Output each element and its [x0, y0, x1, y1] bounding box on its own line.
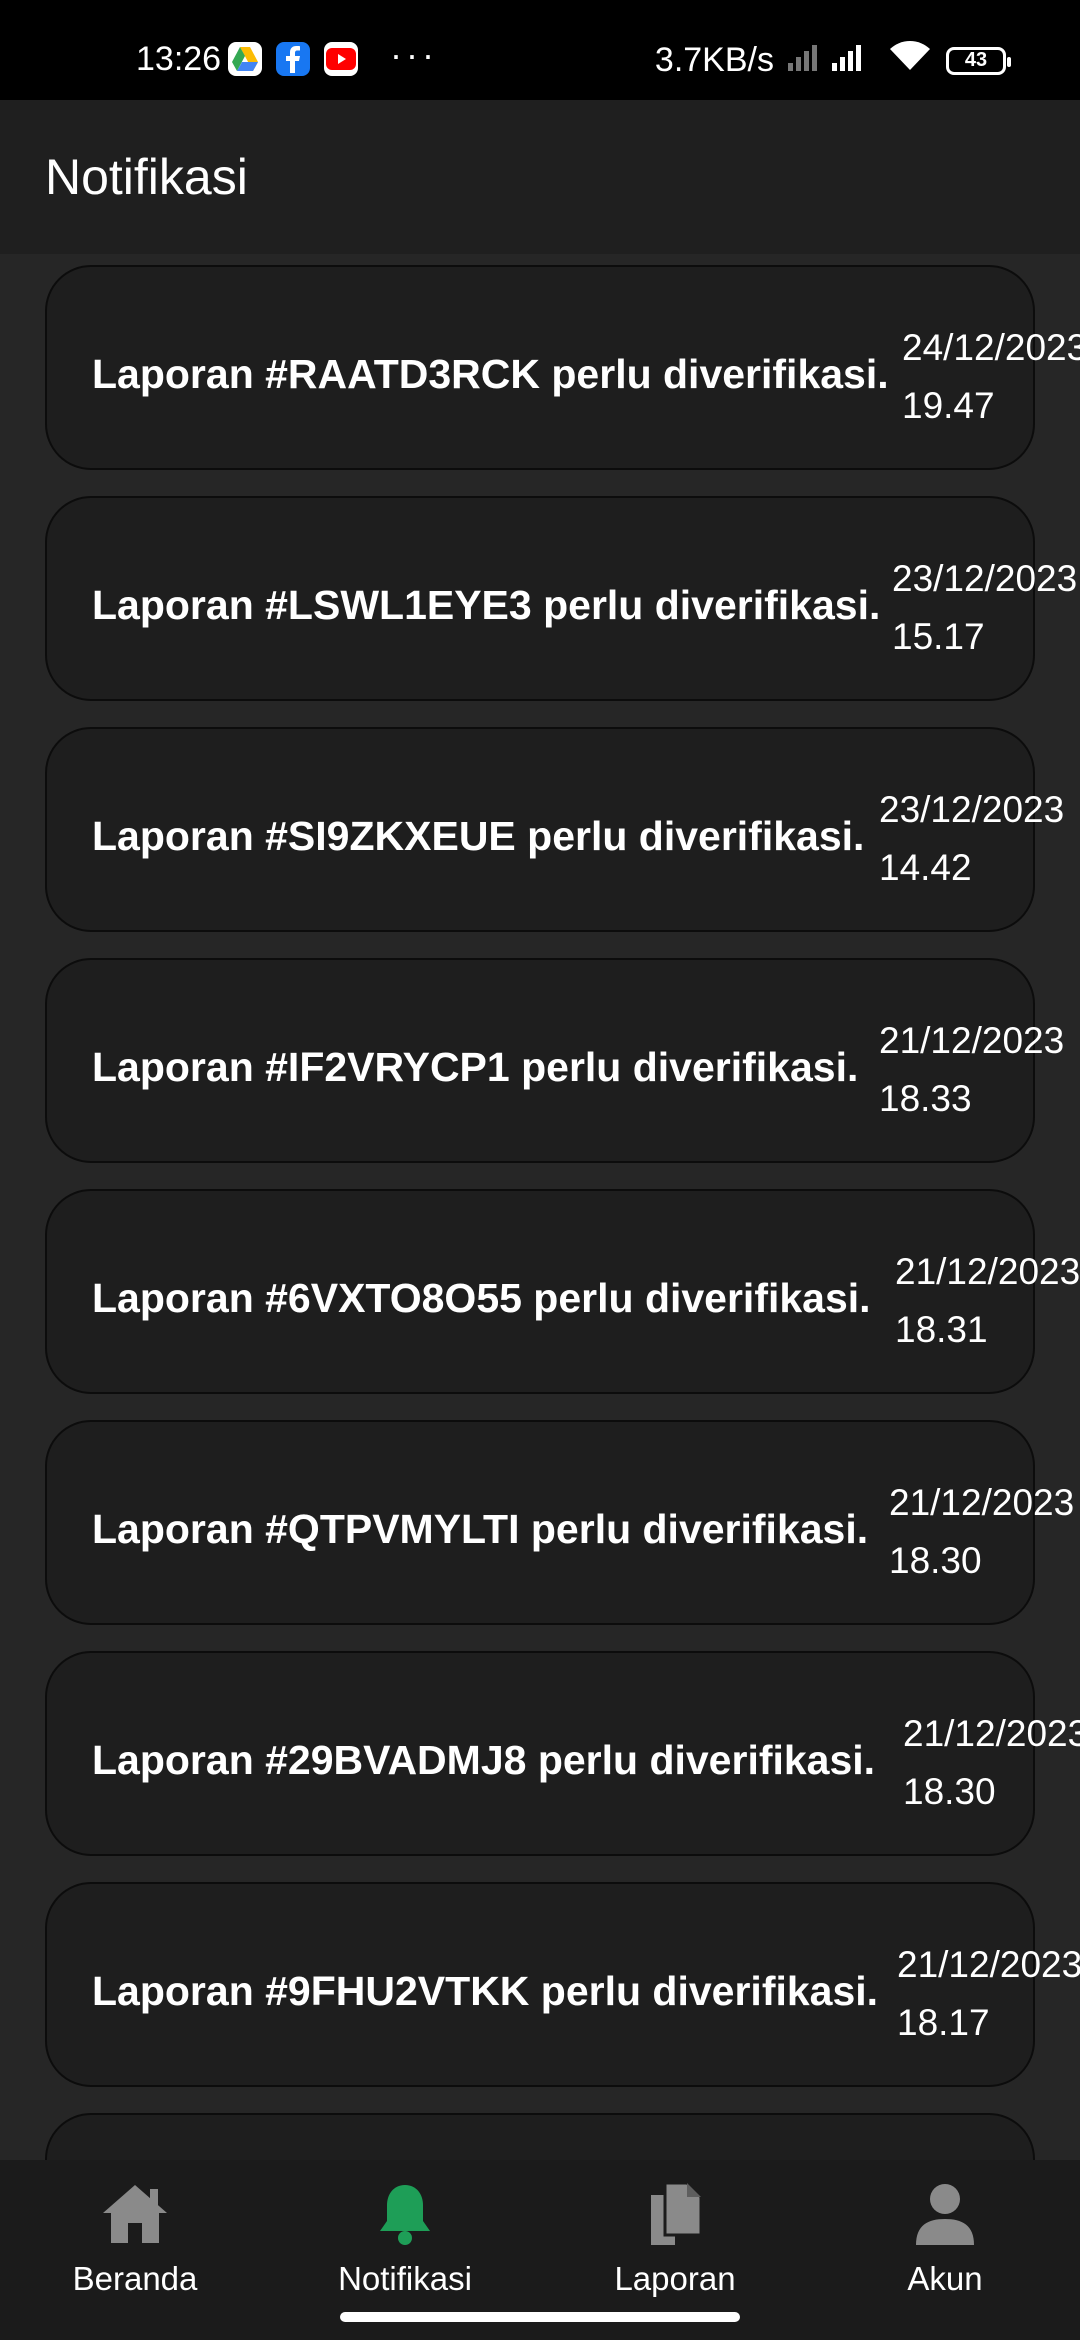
documents-icon [545, 2170, 805, 2258]
network-speed: 3.7KB/s [654, 41, 774, 79]
more-dots-icon: ··· [390, 34, 438, 75]
nav-label: Akun [907, 2260, 983, 2297]
notification-message: Laporan #29BVADMJ8 perlu diverifikasi. [92, 1737, 876, 1783]
wifi-icon [888, 40, 932, 81]
notification-time: 14.42 [879, 847, 972, 888]
notification-time: 18.31 [895, 1309, 988, 1350]
notification-message: Laporan #LSWL1EYE3 perlu diverifikasi. [92, 582, 881, 628]
notification-message: Laporan #IF2VRYCP1 perlu diverifikasi. [92, 1044, 859, 1090]
nav-label: Notifikasi [338, 2260, 472, 2297]
notification-date: 21/12/2023 [897, 1944, 1080, 1985]
notification-time: 18.30 [903, 1771, 996, 1812]
nav-label: Laporan [614, 2260, 736, 2297]
nav-item-laporan[interactable]: Laporan [545, 2170, 805, 2298]
nav-label: Beranda [72, 2260, 198, 2297]
status-bar: 13:26 ··· 3.7KB/s 43 [0, 0, 1080, 100]
notification-message: Laporan #9FHU2VTKK perlu diverifikasi. [92, 1968, 879, 2014]
signal-icon [788, 41, 874, 80]
notification-message: Laporan #RAATD3RCK perlu diverifikasi. [92, 351, 889, 397]
notification-card[interactable]: Laporan #6VXTO8O55 perlu diverifikasi. 2… [45, 1189, 1080, 1394]
app-bar: Notifikasi [0, 100, 1080, 254]
notification-card[interactable]: Laporan #9FHU2VTKK perlu diverifikasi. 2… [45, 1882, 1080, 2087]
notification-date: 23/12/2023 [892, 558, 1078, 599]
notification-card[interactable]: Laporan #RAATD3RCK perlu diverifikasi. 2… [45, 265, 1080, 470]
page-title: Notifikasi [45, 149, 248, 205]
nav-item-akun[interactable]: Akun [815, 2170, 1075, 2298]
notification-card[interactable]: Laporan #29BVADMJ8 perlu diverifikasi. 2… [45, 1651, 1080, 1856]
nav-item-notifikasi[interactable]: Notifikasi [275, 2170, 535, 2298]
home-icon [5, 2170, 265, 2258]
notification-time: 15.17 [892, 616, 985, 657]
notification-time: 19.47 [902, 385, 995, 426]
notification-time: 18.17 [897, 2002, 990, 2043]
notification-message: Laporan #QTPVMYLTI perlu diverifikasi. [92, 1506, 869, 1552]
battery-level: 43 [964, 49, 988, 71]
notification-card-partial[interactable] [45, 2113, 1035, 2160]
notification-list[interactable]: Laporan #RAATD3RCK perlu diverifikasi. 2… [0, 254, 1080, 2160]
notification-time: 18.30 [889, 1540, 982, 1581]
facebook-icon [276, 42, 310, 76]
notification-message: Laporan #SI9ZKXEUE perlu diverifikasi. [92, 813, 865, 859]
person-icon [815, 2170, 1075, 2258]
notification-time: 18.33 [879, 1078, 972, 1119]
battery-icon: 43 [946, 46, 1011, 75]
bell-icon [275, 2170, 535, 2258]
notification-card[interactable]: Laporan #LSWL1EYE3 perlu diverifikasi. 2… [45, 496, 1077, 701]
youtube-icon [324, 42, 358, 76]
notification-card[interactable]: Laporan #IF2VRYCP1 perlu diverifikasi. 2… [45, 958, 1064, 1163]
notification-card[interactable]: Laporan #SI9ZKXEUE perlu diverifikasi. 2… [45, 727, 1064, 932]
notification-card[interactable]: Laporan #QTPVMYLTI perlu diverifikasi. 2… [45, 1420, 1074, 1625]
notification-date: 23/12/2023 [879, 789, 1065, 830]
notification-date: 21/12/2023 [895, 1251, 1080, 1292]
notification-message: Laporan #6VXTO8O55 perlu diverifikasi. [92, 1275, 871, 1321]
nav-item-beranda[interactable]: Beranda [5, 2170, 265, 2298]
notification-date: 21/12/2023 [879, 1020, 1065, 1061]
notification-date: 21/12/2023 [889, 1482, 1075, 1523]
google-drive-icon [228, 42, 262, 76]
status-time: 13:26 [136, 40, 222, 78]
notification-date: 24/12/2023 [902, 327, 1080, 368]
home-indicator[interactable] [340, 2312, 740, 2322]
notification-date: 21/12/2023 [903, 1713, 1080, 1754]
